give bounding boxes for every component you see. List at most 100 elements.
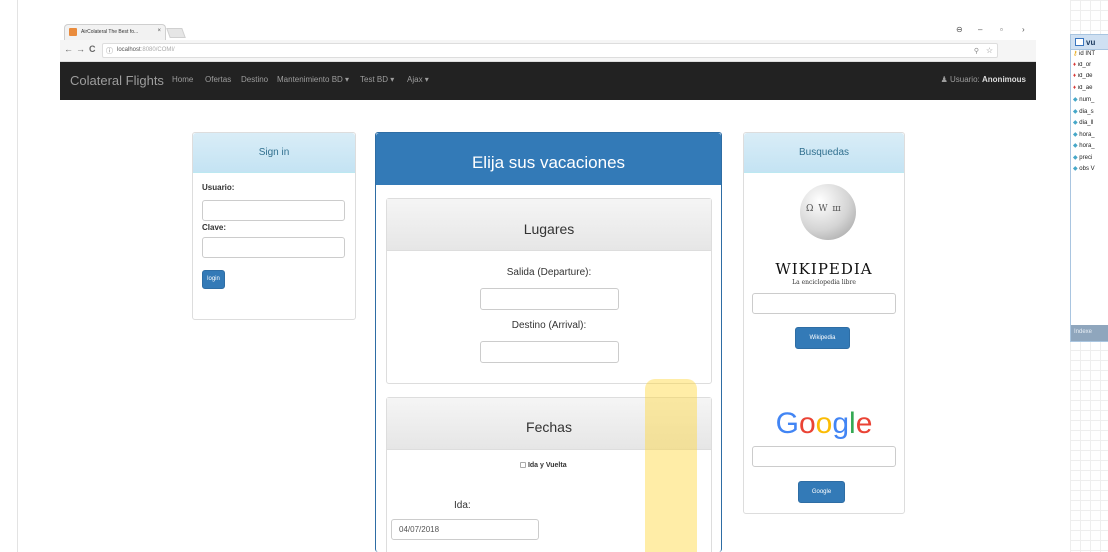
db-column-name: dia_s bbox=[1079, 108, 1094, 115]
db-column-row[interactable]: ◆ dia_ll bbox=[1071, 119, 1108, 131]
departure-label: Salida (Departure): bbox=[506, 267, 592, 278]
browser-tab[interactable]: AirColateral The Best fo... × bbox=[64, 24, 166, 40]
db-column-name: id INT bbox=[1079, 51, 1096, 57]
db-column-name: num_ bbox=[1079, 97, 1095, 103]
column-icon: ◆ bbox=[1073, 120, 1078, 126]
nav-destino[interactable]: Destino bbox=[241, 75, 268, 84]
db-column-name: hora_ bbox=[1079, 143, 1095, 149]
db-column-name: hora_ bbox=[1079, 131, 1095, 138]
db-table-card[interactable]: vu ⚷ id INT ♦ id_or ♦ id_de ♦ id_ae ◆ num_ ◆ … bbox=[1070, 34, 1108, 342]
vacaciones-title: Elija sus vacaciones bbox=[376, 133, 721, 185]
signin-title: Sign in bbox=[193, 133, 355, 173]
login-button[interactable]: login bbox=[202, 270, 225, 289]
url-host: localhost bbox=[117, 47, 141, 53]
url-input[interactable]: ⓘ localhost:8080/COMI/ ⚲ ☆ bbox=[102, 43, 998, 58]
foreign-key-icon: ♦ bbox=[1073, 73, 1077, 79]
nav-mantenimiento-dropdown[interactable]: Mantenimiento BD ▾ bbox=[277, 75, 349, 84]
back-icon[interactable]: ← bbox=[64, 44, 73, 54]
user-label: Usuario: bbox=[949, 75, 980, 84]
minimize-button[interactable]: – bbox=[978, 25, 982, 34]
db-column-name: id_ae bbox=[1077, 84, 1093, 91]
tab-bar: AirColateral The Best fo... × ⊖ – ▫ › bbox=[60, 22, 1036, 40]
nav-test-bd-dropdown[interactable]: Test BD ▾ bbox=[360, 75, 394, 84]
db-column-name: dia_ll bbox=[1079, 120, 1094, 126]
nav-ajax-dropdown[interactable]: Ajax ▾ bbox=[407, 75, 429, 84]
brand-link[interactable]: Colateral Flights bbox=[70, 73, 164, 88]
browser-window: AirColateral The Best fo... × ⊖ – ▫ › ← … bbox=[60, 22, 1036, 552]
db-column-row[interactable]: ◆ hora_ bbox=[1071, 131, 1108, 143]
foreign-key-icon: ♦ bbox=[1073, 84, 1077, 91]
forward-icon[interactable]: → bbox=[76, 44, 85, 54]
column-icon: ◆ bbox=[1073, 143, 1078, 149]
busquedas-panel: Busquedas WIKIPEDIA La enciclopedia libr… bbox=[743, 132, 905, 514]
roundtrip-label: Ida y Vuelta bbox=[527, 462, 567, 469]
zoom-icon[interactable]: ⚲ bbox=[974, 47, 979, 55]
info-icon: ⓘ bbox=[106, 48, 113, 55]
wikipedia-wordmark: WIKIPEDIA bbox=[775, 260, 873, 278]
maximize-button[interactable]: ▫ bbox=[1000, 25, 1003, 34]
db-column-name: obs V bbox=[1079, 166, 1095, 172]
window-gap bbox=[1040, 0, 1070, 552]
address-toolbar: ← → C ⓘ localhost:8080/COMI/ ⚲ ☆ bbox=[60, 40, 1036, 62]
app-navbar: Colateral Flights Home Ofertas Destino M… bbox=[60, 62, 1036, 100]
editor-gutter bbox=[0, 0, 18, 552]
db-indexes-footer[interactable]: Indexe bbox=[1071, 325, 1108, 341]
close-window-button[interactable]: › bbox=[1022, 25, 1025, 34]
user-name: Anonimous bbox=[982, 75, 1026, 84]
db-column-row[interactable]: ◆ num_ bbox=[1071, 96, 1108, 108]
person-icon: ♟ bbox=[940, 75, 948, 84]
reload-icon[interactable]: C bbox=[89, 44, 96, 54]
highlighter-mark bbox=[645, 379, 697, 552]
lugares-title: Lugares bbox=[387, 199, 711, 251]
google-search-input[interactable] bbox=[752, 446, 896, 467]
clave-input[interactable] bbox=[202, 237, 345, 258]
close-tab-icon[interactable]: × bbox=[157, 28, 161, 34]
lugares-panel: Lugares Salida (Departure): Destino (Arr… bbox=[386, 198, 712, 384]
usuario-input[interactable] bbox=[202, 200, 345, 221]
nav-ofertas[interactable]: Ofertas bbox=[205, 75, 231, 84]
arrival-label: Destino (Arrival): bbox=[511, 320, 587, 331]
db-column-name: preci bbox=[1079, 154, 1093, 161]
table-icon bbox=[1075, 38, 1084, 46]
departure-input[interactable] bbox=[480, 288, 619, 310]
usuario-label: Usuario: bbox=[202, 183, 235, 192]
foreign-key-icon: ♦ bbox=[1073, 61, 1077, 68]
db-column-row[interactable]: ♦ id_ae bbox=[1071, 85, 1108, 97]
roundtrip-checkbox[interactable] bbox=[520, 462, 526, 468]
google-button[interactable]: Google bbox=[798, 481, 845, 503]
signin-panel: Sign in Usuario: Clave: login bbox=[192, 132, 356, 320]
arrival-input[interactable] bbox=[480, 341, 619, 363]
primary-key-icon: ⚷ bbox=[1073, 51, 1078, 57]
db-column-row[interactable]: ◆ obs V bbox=[1071, 165, 1108, 177]
column-icon: ◆ bbox=[1073, 97, 1078, 103]
wikipedia-globe-logo bbox=[800, 184, 856, 240]
db-table-header[interactable]: vu bbox=[1071, 35, 1108, 50]
column-icon: ◆ bbox=[1073, 166, 1078, 172]
favicon-icon bbox=[69, 28, 77, 36]
column-icon: ◆ bbox=[1073, 108, 1078, 115]
ida-label: Ida: bbox=[454, 500, 471, 511]
column-icon: ◆ bbox=[1073, 154, 1078, 161]
wikipedia-search-input[interactable] bbox=[752, 293, 896, 314]
wikipedia-button[interactable]: Wikipedia bbox=[795, 327, 850, 349]
busquedas-title: Busquedas bbox=[744, 133, 904, 173]
bookmark-star-icon[interactable]: ☆ bbox=[986, 46, 993, 55]
google-logo: Google bbox=[775, 407, 873, 440]
profile-icon[interactable]: ⊖ bbox=[956, 25, 963, 34]
db-column-row[interactable]: ◆ dia_s bbox=[1071, 108, 1108, 120]
user-indicator[interactable]: ♟ Usuario: Anonimous bbox=[941, 75, 1026, 84]
db-column-row[interactable]: ◆ preci bbox=[1071, 154, 1108, 166]
db-column-name: id_de bbox=[1077, 73, 1093, 79]
new-tab-button[interactable] bbox=[166, 28, 186, 38]
db-column-row[interactable]: ⚷ id INT bbox=[1071, 50, 1108, 62]
db-column-row[interactable]: ♦ id_or bbox=[1071, 62, 1108, 74]
db-column-row[interactable]: ♦ id_de bbox=[1071, 73, 1108, 85]
roundtrip-option[interactable]: Ida y Vuelta bbox=[520, 462, 567, 469]
clave-label: Clave: bbox=[202, 223, 227, 232]
tab-title: AirColateral The Best fo... bbox=[81, 29, 139, 35]
db-column-row[interactable]: ◆ hora_ bbox=[1071, 142, 1108, 154]
column-icon: ◆ bbox=[1073, 131, 1078, 138]
db-column-name: id_or bbox=[1077, 61, 1092, 68]
ida-date-input[interactable]: 04/07/2018 bbox=[391, 519, 539, 540]
nav-home[interactable]: Home bbox=[172, 75, 193, 84]
